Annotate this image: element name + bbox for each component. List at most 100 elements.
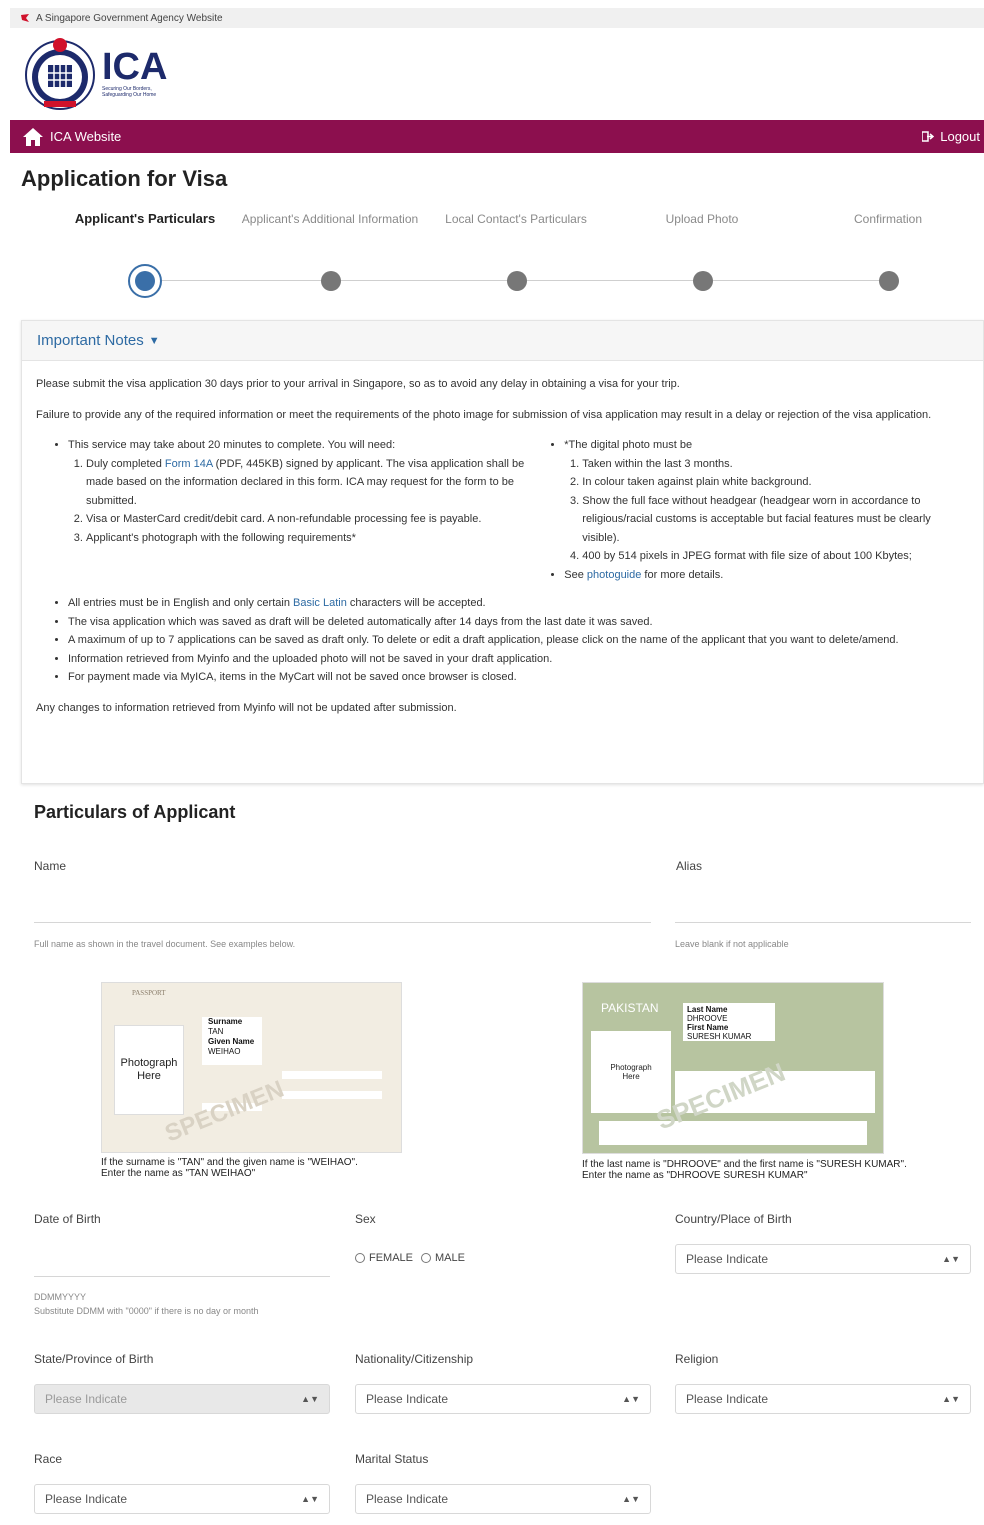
sex-female-label: FEMALE	[369, 1252, 414, 1264]
step-label-local-contact: Local Contact's Particulars	[445, 212, 587, 226]
select-arrows-icon: ▲▼	[301, 1494, 319, 1504]
passport-doc-title: PASSPORT	[132, 989, 166, 997]
page-title: Application for Visa	[21, 166, 228, 191]
dob-input[interactable]	[34, 1276, 330, 1277]
right-intro: *The digital photo must be	[564, 439, 693, 451]
photograph-placeholder-1: Photograph Here	[114, 1025, 184, 1115]
step-4-upload-icon	[686, 264, 720, 298]
chevron-down-icon: ▼	[148, 334, 160, 347]
dob-hint: DDMMYYYY Substitute DDMM with "0000" if t…	[34, 1292, 259, 1316]
select-arrows-icon: ▲▼	[622, 1494, 640, 1504]
left-intro: This service may take about 20 minutes t…	[68, 439, 396, 451]
notes-left-column: This service may take about 20 minutes t…	[36, 436, 532, 584]
nationality-select[interactable]: Please Indicate ▲▼	[355, 1384, 651, 1414]
notes-paragraph-2: Failure to provide any of the required i…	[36, 408, 932, 421]
select-arrows-icon: ▲▼	[301, 1394, 319, 1404]
important-notes-toggle[interactable]: Important Notes ▼	[22, 321, 983, 361]
name-label: Name	[34, 859, 67, 873]
race-label: Race	[34, 1452, 63, 1466]
photograph-placeholder-2: Photograph Here	[591, 1031, 671, 1113]
logo-acronym: ICA	[102, 46, 168, 88]
passport-example-1-image: PASSPORT Photograph Here Surname TAN Give…	[101, 982, 402, 1153]
top-nav-bar: ICA Website Logout	[10, 120, 984, 153]
country-of-birth-select[interactable]: Please Indicate ▲▼	[675, 1244, 971, 1274]
logout-label: Logout	[940, 129, 980, 144]
passport-country: PAKISTAN	[601, 1001, 659, 1015]
alias-label: Alias	[676, 859, 703, 873]
photoguide-link[interactable]: photoguide	[587, 569, 641, 581]
gov-banner: A Singapore Government Agency Website	[10, 8, 984, 28]
religion-select[interactable]: Please Indicate ▲▼	[675, 1384, 971, 1414]
notes-bullet-5: For payment made via MyICA, items in the…	[68, 668, 969, 687]
name-hint: Full name as shown in the travel documen…	[34, 939, 296, 949]
passport-example-2-image: PAKISTAN Last Name DHROOVE First Name SU…	[582, 982, 884, 1154]
ica-website-label: ICA Website	[50, 129, 122, 144]
notes-bullet-4: Information retrieved from Myinfo and th…	[68, 650, 969, 669]
step-label-applicants-particulars: Applicant's Particulars	[74, 211, 216, 226]
notes-right-column: *The digital photo must be Taken within …	[532, 436, 969, 584]
notes-bullet-2: The visa application which was saved as …	[68, 613, 969, 632]
ica-logo[interactable]: ICA Securing Our Borders, Safeguarding O…	[22, 33, 182, 113]
step-label-confirmation: Confirmation	[853, 212, 923, 226]
nationality-label: Nationality/Citizenship	[355, 1352, 474, 1366]
left-item-1: Duly completed Form 14A (PDF, 445KB) sig…	[86, 455, 532, 511]
logout-icon	[922, 131, 935, 142]
religion-label: Religion	[675, 1352, 719, 1366]
step-3-pencil-icon	[500, 264, 534, 298]
alias-input[interactable]	[675, 922, 971, 923]
step-label-additional-information: Applicant's Additional Information	[241, 212, 419, 226]
state-of-birth-select[interactable]: Please Indicate ▲▼	[34, 1384, 330, 1414]
notes-columns: This service may take about 20 minutes t…	[36, 436, 969, 584]
notes-footer: Any changes to information retrieved fro…	[36, 701, 457, 714]
marital-status-label: Marital Status	[355, 1452, 429, 1466]
name-input[interactable]	[34, 922, 651, 923]
gov-banner-text: A Singapore Government Agency Website	[36, 12, 223, 24]
right-item-3: Show the full face without headgear (hea…	[582, 492, 969, 548]
sex-male-radio[interactable]	[421, 1253, 432, 1263]
sex-radio-group: FEMALE MALE	[355, 1252, 465, 1264]
logo-tagline-2: Safeguarding Our Home	[102, 92, 157, 98]
select-arrows-icon: ▲▼	[942, 1394, 960, 1404]
ica-crest-icon	[25, 38, 95, 110]
page: A Singapore Government Agency Website IC…	[0, 0, 984, 1525]
state-of-birth-label: State/Province of Birth	[34, 1352, 154, 1366]
passport-mrz-blank	[599, 1121, 867, 1145]
marital-status-select[interactable]: Please Indicate ▲▼	[355, 1484, 651, 1514]
step-5-check-icon	[872, 264, 906, 298]
right-item-4: 400 by 514 pixels in JPEG format with fi…	[582, 547, 969, 566]
notes-bullet-1: All entries must be in English and only …	[68, 594, 969, 613]
alias-hint: Leave blank if not applicable	[675, 939, 789, 949]
logout-link[interactable]: Logout	[922, 129, 980, 144]
home-icon	[23, 127, 43, 146]
form-14a-link[interactable]: Form 14A	[165, 458, 213, 470]
passport-name-box-1: Surname TAN Given Name WEIHAO	[202, 1017, 262, 1065]
select-arrows-icon: ▲▼	[942, 1254, 960, 1264]
step-2-pencil-icon	[314, 264, 348, 298]
country-of-birth-label: Country/Place of Birth	[675, 1212, 792, 1226]
lion-head-icon	[21, 14, 29, 22]
passport-field-blank	[282, 1091, 382, 1099]
sex-label: Sex	[355, 1212, 376, 1226]
notes-bullet-3: A maximum of up to 7 applications can be…	[68, 631, 969, 650]
notes-bullet-list: All entries must be in English and only …	[36, 594, 969, 687]
sex-female-radio[interactable]	[355, 1253, 365, 1263]
select-arrows-icon: ▲▼	[622, 1394, 640, 1404]
right-item-1: Taken within the last 3 months.	[582, 455, 969, 474]
passport-field-blank	[282, 1071, 382, 1079]
left-item-3: Applicant's photograph with the followin…	[86, 529, 532, 548]
step-1-pencil-icon	[128, 264, 162, 298]
left-item-2: Visa or MasterCard credit/debit card. A …	[86, 510, 532, 529]
section-title: Particulars of Applicant	[34, 802, 236, 822]
passport-name-box-2: Last Name DHROOVE First Name SURESH KUMA…	[683, 1003, 775, 1041]
right-item-2: In colour taken against plain white back…	[582, 473, 969, 492]
dob-label: Date of Birth	[34, 1212, 101, 1226]
ica-website-link[interactable]: ICA Website	[22, 127, 121, 147]
basic-latin-link[interactable]: Basic Latin	[293, 597, 347, 609]
important-notes-panel: Important Notes ▼ Please submit the visa…	[21, 320, 984, 784]
important-notes-body: Please submit the visa application 30 da…	[22, 361, 983, 717]
important-notes-title: Important Notes	[37, 332, 144, 349]
sex-male-label: MALE	[435, 1252, 465, 1264]
step-label-upload-photo: Upload Photo	[665, 212, 739, 226]
race-select[interactable]: Please Indicate ▲▼	[34, 1484, 330, 1514]
passport-example-2-caption: If the last name is "DHROOVE" and the fi…	[582, 1159, 922, 1181]
